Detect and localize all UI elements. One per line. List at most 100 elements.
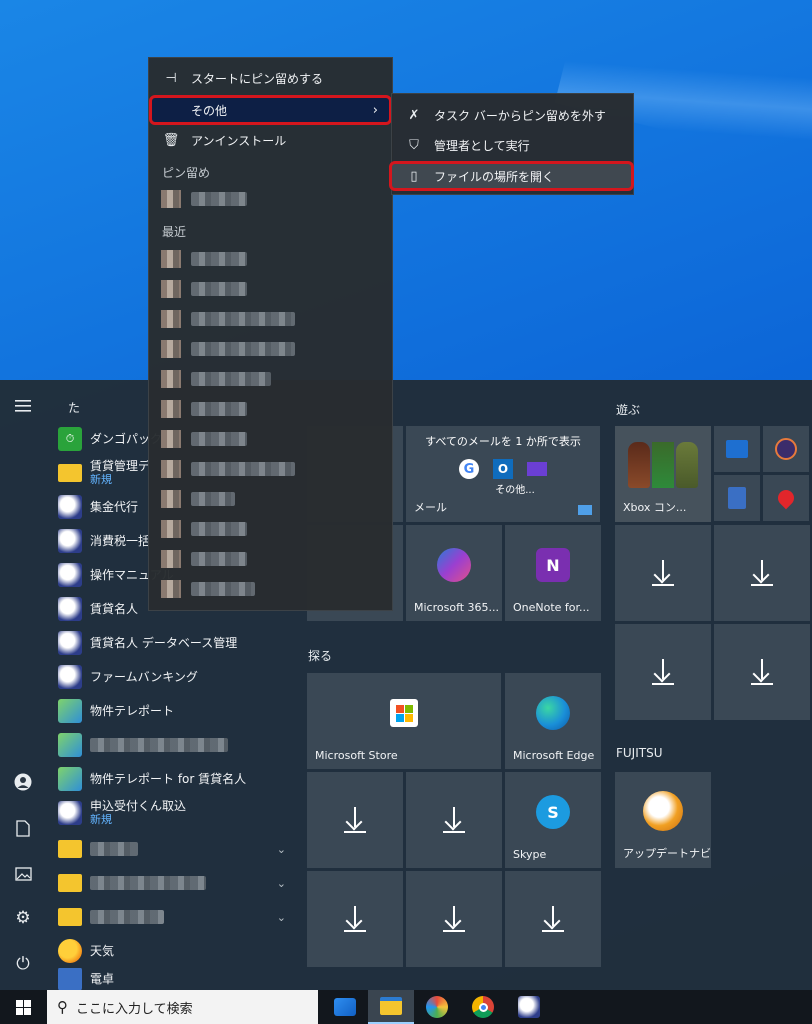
menu-unpin-taskbar[interactable]: ✗ タスク バーからピン留めを外す	[392, 100, 635, 130]
play-section-title[interactable]: 遊ぶ	[616, 401, 640, 418]
recent-item[interactable]	[161, 280, 247, 298]
menu-pin-to-start[interactable]: ⊣ スタートにピン留めする	[149, 63, 392, 93]
mail-more-label: その他...	[495, 485, 535, 496]
tile-download-6[interactable]	[615, 525, 711, 621]
tile-download-9[interactable]	[714, 624, 810, 720]
tile-movies[interactable]	[714, 426, 760, 472]
start-button[interactable]	[0, 990, 46, 1024]
recent-item[interactable]	[161, 490, 235, 508]
tile-groove[interactable]	[763, 426, 809, 472]
folder-icon	[58, 874, 82, 892]
tile-download-8[interactable]	[615, 624, 711, 720]
app-folder-blurred-2[interactable]: ⌄	[58, 866, 296, 900]
menu-uninstall[interactable]: 🗑 アンインストール	[149, 125, 392, 155]
hamburger-icon[interactable]	[0, 386, 46, 426]
mail-tile-header: すべてのメールを 1 か所で表示	[425, 435, 581, 448]
tile-download-1[interactable]	[307, 772, 403, 868]
tile-download-4[interactable]	[406, 871, 502, 967]
taskbar-chrome[interactable]	[460, 990, 506, 1024]
recent-item[interactable]	[161, 580, 255, 598]
recent-item[interactable]	[161, 310, 295, 328]
fujitsu-section-title[interactable]: FUJITSU	[616, 746, 663, 760]
app-clock-icon: ⏱	[58, 427, 82, 451]
app-item-moshikomi[interactable]: 申込受付くん取込 新規	[58, 796, 296, 830]
explore-section-title[interactable]: 探る	[308, 647, 332, 664]
calculator-icon	[58, 968, 82, 990]
recent-item[interactable]	[161, 460, 295, 478]
chevron-down-icon: ⌄	[276, 910, 286, 924]
tile-download-5[interactable]	[505, 871, 601, 967]
start-rail: ⚙ ⏻	[0, 380, 46, 990]
pictures-icon[interactable]	[0, 854, 46, 894]
recent-item[interactable]	[161, 340, 295, 358]
menu-open-file-location[interactable]: ▯ ファイルの場所を開く	[392, 161, 635, 191]
download-icon	[443, 906, 465, 932]
menu-more[interactable]: その他 ›	[149, 95, 392, 125]
app-folder-blurred-3[interactable]: ⌄	[58, 900, 296, 934]
recent-item[interactable]	[161, 550, 247, 568]
m365-icon	[437, 548, 471, 582]
power-icon[interactable]: ⏻	[0, 944, 46, 984]
taskbar-paint[interactable]	[414, 990, 460, 1024]
redacted-label	[90, 738, 228, 752]
skype-tile-label: Skype	[513, 848, 547, 861]
user-icon[interactable]	[0, 762, 46, 802]
tile-download-2[interactable]	[406, 772, 502, 868]
taskbar-file-explorer[interactable]	[368, 990, 414, 1024]
eagle-app-icon	[58, 495, 82, 519]
app-item-weather[interactable]: 天気	[58, 934, 296, 968]
taskbar-eagle-app[interactable]	[506, 990, 552, 1024]
tile-skype[interactable]: S Skype	[505, 772, 601, 868]
chevron-right-icon: ›	[372, 102, 378, 118]
settings-gear-icon[interactable]: ⚙	[0, 898, 46, 938]
eagle-app-icon	[518, 996, 540, 1018]
tile-m365[interactable]: Microsoft 365...	[406, 525, 502, 621]
group-letter[interactable]: た	[68, 399, 80, 416]
calculator-icon	[728, 487, 746, 509]
app-item-teleport[interactable]: 物件テレポート	[58, 694, 296, 728]
taskbar-search-box[interactable]: ⚲ ここに入力して検索	[47, 990, 318, 1024]
tile-edge[interactable]: Microsoft Edge	[505, 673, 601, 769]
tile-download-7[interactable]	[714, 525, 810, 621]
onenote-tile-label: OneNote for...	[513, 601, 590, 614]
teleport-app-icon	[58, 699, 82, 723]
start-menu: ⚙ ⏻ た ⏱ ダンゴパックア 賃貸管理デ 新規 集金代行 消費税一括 操作マニュ…	[0, 380, 812, 990]
app-item-firm-banking[interactable]: ファームバンキング	[58, 660, 296, 694]
tile-maps[interactable]	[763, 475, 809, 521]
google-icon: G	[459, 459, 479, 479]
recent-item[interactable]	[161, 370, 271, 388]
app-item-blurred[interactable]	[58, 728, 296, 762]
download-icon	[344, 807, 366, 833]
tile-calculator[interactable]	[714, 475, 760, 521]
recent-item[interactable]	[161, 520, 247, 538]
tile-store[interactable]: Microsoft Store	[307, 673, 501, 769]
recent-item[interactable]	[161, 430, 247, 448]
chevron-down-icon: ⌄	[276, 842, 286, 856]
app-item-database[interactable]: 賃貸名人 データベース管理	[58, 626, 296, 660]
app-item-calculator[interactable]: 電卓	[58, 968, 296, 990]
recent-item[interactable]	[161, 250, 247, 268]
tile-mail[interactable]: すべてのメールを 1 か所で表示 G O その他... メール	[406, 426, 600, 522]
tile-download-3[interactable]	[307, 871, 403, 967]
submenu: ✗ タスク バーからピン留めを外す ⛉ 管理者として実行 ▯ ファイルの場所を開…	[389, 93, 635, 195]
tile-xbox[interactable]: Xbox コン...	[615, 426, 711, 522]
redacted-label	[90, 842, 138, 856]
documents-icon[interactable]	[0, 808, 46, 848]
eagle-app-icon	[58, 801, 82, 825]
redacted-label	[90, 910, 164, 924]
eagle-app-icon	[58, 631, 82, 655]
app-folder-blurred-1[interactable]: ⌄	[58, 832, 296, 866]
folder-open-icon: ▯	[410, 168, 418, 184]
app-item-teleport-meijin[interactable]: 物件テレポート for 賃貸名人	[58, 762, 296, 796]
tile-update-navi[interactable]: アップデートナビ	[615, 772, 711, 868]
shield-icon: ⛉	[409, 137, 419, 153]
pinned-section-title: ピン留め	[162, 166, 211, 180]
menu-run-as-admin[interactable]: ⛉ 管理者として実行	[392, 130, 635, 160]
tile-onenote[interactable]: N OneNote for...	[505, 525, 601, 621]
store-icon	[390, 699, 418, 727]
recent-item[interactable]	[161, 400, 247, 418]
windows-logo-icon	[15, 999, 31, 1015]
pin-icon: ⊣	[165, 70, 177, 86]
taskbar-mail-app[interactable]	[322, 990, 368, 1024]
pinned-item[interactable]	[161, 190, 247, 208]
